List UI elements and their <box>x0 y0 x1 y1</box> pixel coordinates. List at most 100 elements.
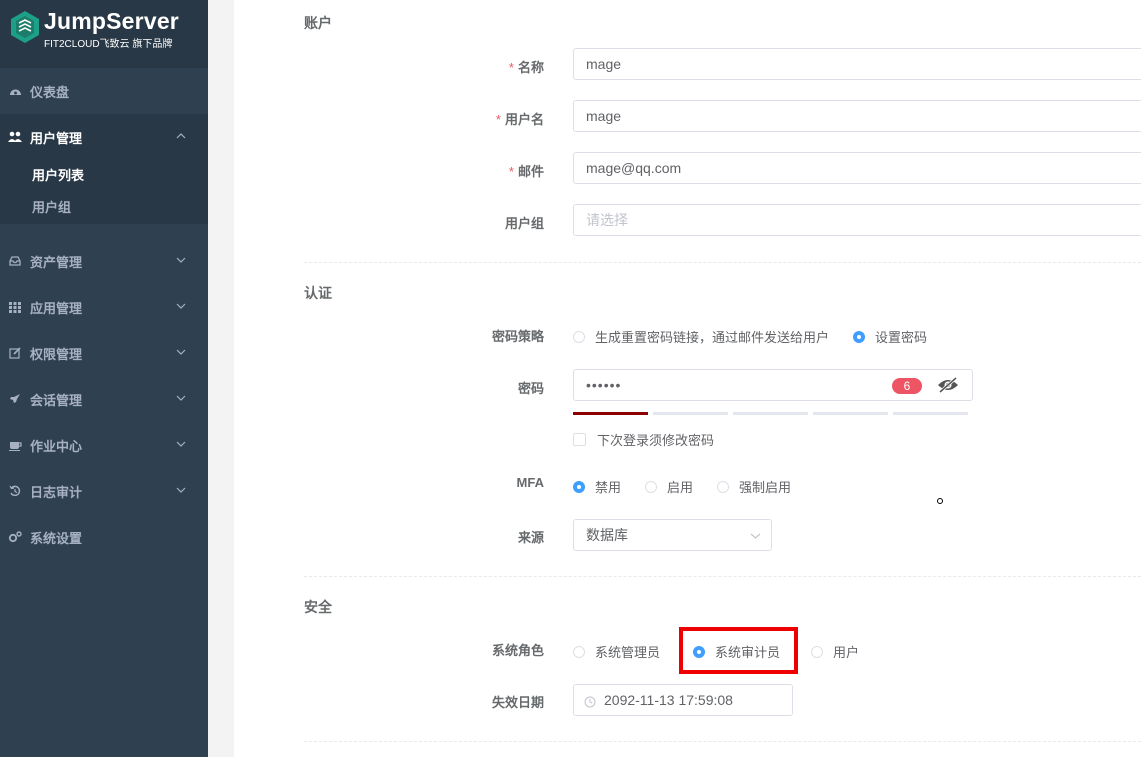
sidebar-item-label: 应用管理 <box>30 300 83 316</box>
chevron-down-icon <box>176 487 186 493</box>
username-input[interactable]: mage <box>573 100 1141 132</box>
strength-segment <box>813 412 893 415</box>
brand-title: JumpServer <box>44 8 179 34</box>
sidebar-item-label: 权限管理 <box>30 346 83 362</box>
logo-icon <box>11 11 39 43</box>
must-change-password-checkbox[interactable]: 下次登录须修改密码 <box>573 430 714 449</box>
email-input[interactable]: mage@qq.com <box>573 152 1141 184</box>
policy-radio-set-password[interactable]: 设置密码 <box>853 327 927 346</box>
section-divider <box>304 741 1141 742</box>
user-group-select[interactable]: 请选择 <box>573 204 1141 236</box>
mfa-radio-group: 禁用 启用 强制启用 <box>573 477 815 496</box>
role-radio-user[interactable]: 用户 <box>811 642 859 661</box>
chevron-down-icon <box>750 533 761 539</box>
content-gutter <box>208 0 234 757</box>
rocket-icon <box>8 392 22 406</box>
sidebar-item-settings[interactable]: 系统设置 <box>0 514 208 560</box>
sidebar-group-users: 用户管理 用户列表 用户组 <box>0 114 208 224</box>
sidebar-item-label: 资产管理 <box>30 254 83 270</box>
user-group-label: 用户组 <box>504 216 544 231</box>
chevron-down-icon <box>176 349 186 355</box>
sidebar-item-label: 作业中心 <box>30 438 83 454</box>
expire-date-value: 2092-11-13 17:59:08 <box>604 692 733 708</box>
password-label: 密码 <box>517 381 544 396</box>
radio-circle <box>853 330 866 343</box>
strength-segment <box>733 412 813 415</box>
radio-label: 设置密码 <box>875 330 928 345</box>
policy-radio-reset-link[interactable]: 生成重置密码链接，通过邮件发送给用户 <box>573 327 829 346</box>
sidebar-item-applications[interactable]: 应用管理 <box>0 284 208 330</box>
chevron-down-icon <box>176 395 186 401</box>
sidebar-item-label: 用户管理 <box>30 130 83 146</box>
chevron-down-icon <box>176 257 186 263</box>
name-input[interactable]: mage <box>573 48 1141 80</box>
sidebar-item-jobs[interactable]: 作业中心 <box>0 422 208 468</box>
password-length-badge: 6 <box>892 378 922 394</box>
sidebar-item-audit[interactable]: 日志审计 <box>0 468 208 514</box>
checkbox-label: 下次登录须修改密码 <box>597 433 715 448</box>
section-divider <box>304 576 1141 577</box>
expire-date-label: 失效日期 <box>491 695 544 710</box>
users-icon <box>8 130 22 144</box>
sidebar-subitem-user-group[interactable]: 用户组 <box>0 192 208 224</box>
sidebar-item-permissions[interactable]: 权限管理 <box>0 330 208 376</box>
inbox-icon <box>8 254 22 268</box>
history-icon <box>8 484 22 498</box>
radio-label: 生成重置密码链接，通过邮件发送给用户 <box>595 330 830 345</box>
sidebar-subitem-user-list[interactable]: 用户列表 <box>0 160 208 192</box>
section-title-account: 账户 <box>304 15 332 31</box>
radio-circle <box>573 645 585 658</box>
sidebar-item-assets[interactable]: 资产管理 <box>0 238 208 284</box>
source-select-value: 数据库 <box>586 527 628 543</box>
expire-date-input[interactable]: 2092-11-13 17:59:08 <box>573 684 793 716</box>
gears-icon <box>8 530 22 544</box>
eye-slash-icon[interactable] <box>936 376 960 394</box>
username-label: * 用户名 <box>495 112 544 127</box>
coffee-icon <box>8 438 22 452</box>
chevron-down-icon <box>176 303 186 309</box>
radio-circle <box>645 480 658 493</box>
section-title-auth: 认证 <box>304 285 332 301</box>
password-policy-label: 密码策略 <box>491 329 544 344</box>
source-select[interactable]: 数据库 <box>573 519 772 551</box>
section-divider <box>304 262 1141 263</box>
user-form-card: 账户 * 名称 mage * 用户名 mage * 邮件 mage@qq.com 用户… <box>234 0 1141 757</box>
system-role-label: 系统角色 <box>491 643 544 658</box>
mfa-radio-enabled[interactable]: 启用 <box>645 477 693 496</box>
source-label: 来源 <box>517 530 544 545</box>
strength-segment <box>653 412 733 415</box>
radio-circle <box>811 645 824 658</box>
cursor-marker <box>937 498 943 504</box>
radio-label: 禁用 <box>595 480 622 495</box>
role-radio-admin[interactable]: 系统管理员 <box>573 642 660 661</box>
brand-subtitle: FIT2CLOUD飞致云 旗下品牌 <box>44 39 173 50</box>
name-label: * 名称 <box>508 60 544 75</box>
chevron-down-icon <box>176 441 186 447</box>
section-title-security: 安全 <box>304 599 332 615</box>
clock-icon <box>584 696 596 708</box>
strength-segment <box>893 412 973 415</box>
radio-label: 系统管理员 <box>595 645 661 660</box>
sidebar-item-dashboard[interactable]: 仪表盘 <box>0 68 208 114</box>
radio-label: 用户 <box>833 645 860 660</box>
sidebar-item-label: 仪表盘 <box>30 84 70 100</box>
sidebar: JumpServer FIT2CLOUD飞致云 旗下品牌 仪表盘 用户管理 用户… <box>0 0 208 757</box>
sidebar-item-users[interactable]: 用户管理 <box>0 114 208 160</box>
checkbox-box <box>573 433 586 446</box>
strength-segment <box>573 412 653 415</box>
mfa-radio-disabled[interactable]: 禁用 <box>573 477 621 496</box>
sidebar-item-label: 会话管理 <box>30 392 83 408</box>
radio-label: 强制启用 <box>739 480 792 495</box>
dashboard-icon <box>8 84 22 98</box>
radio-label: 启用 <box>667 480 694 495</box>
radio-circle <box>717 480 730 493</box>
sidebar-item-sessions[interactable]: 会话管理 <box>0 376 208 422</box>
annotation-highlight-box <box>679 627 798 674</box>
brand-logo[interactable]: JumpServer FIT2CLOUD飞致云 旗下品牌 <box>0 0 208 68</box>
sidebar-item-label: 日志审计 <box>30 484 83 500</box>
sidebar-item-label: 系统设置 <box>30 530 83 546</box>
radio-circle <box>573 480 585 493</box>
chevron-up-icon <box>176 133 186 139</box>
password-policy-radio-group: 生成重置密码链接，通过邮件发送给用户 设置密码 <box>573 327 951 346</box>
mfa-radio-forced[interactable]: 强制启用 <box>717 477 791 496</box>
